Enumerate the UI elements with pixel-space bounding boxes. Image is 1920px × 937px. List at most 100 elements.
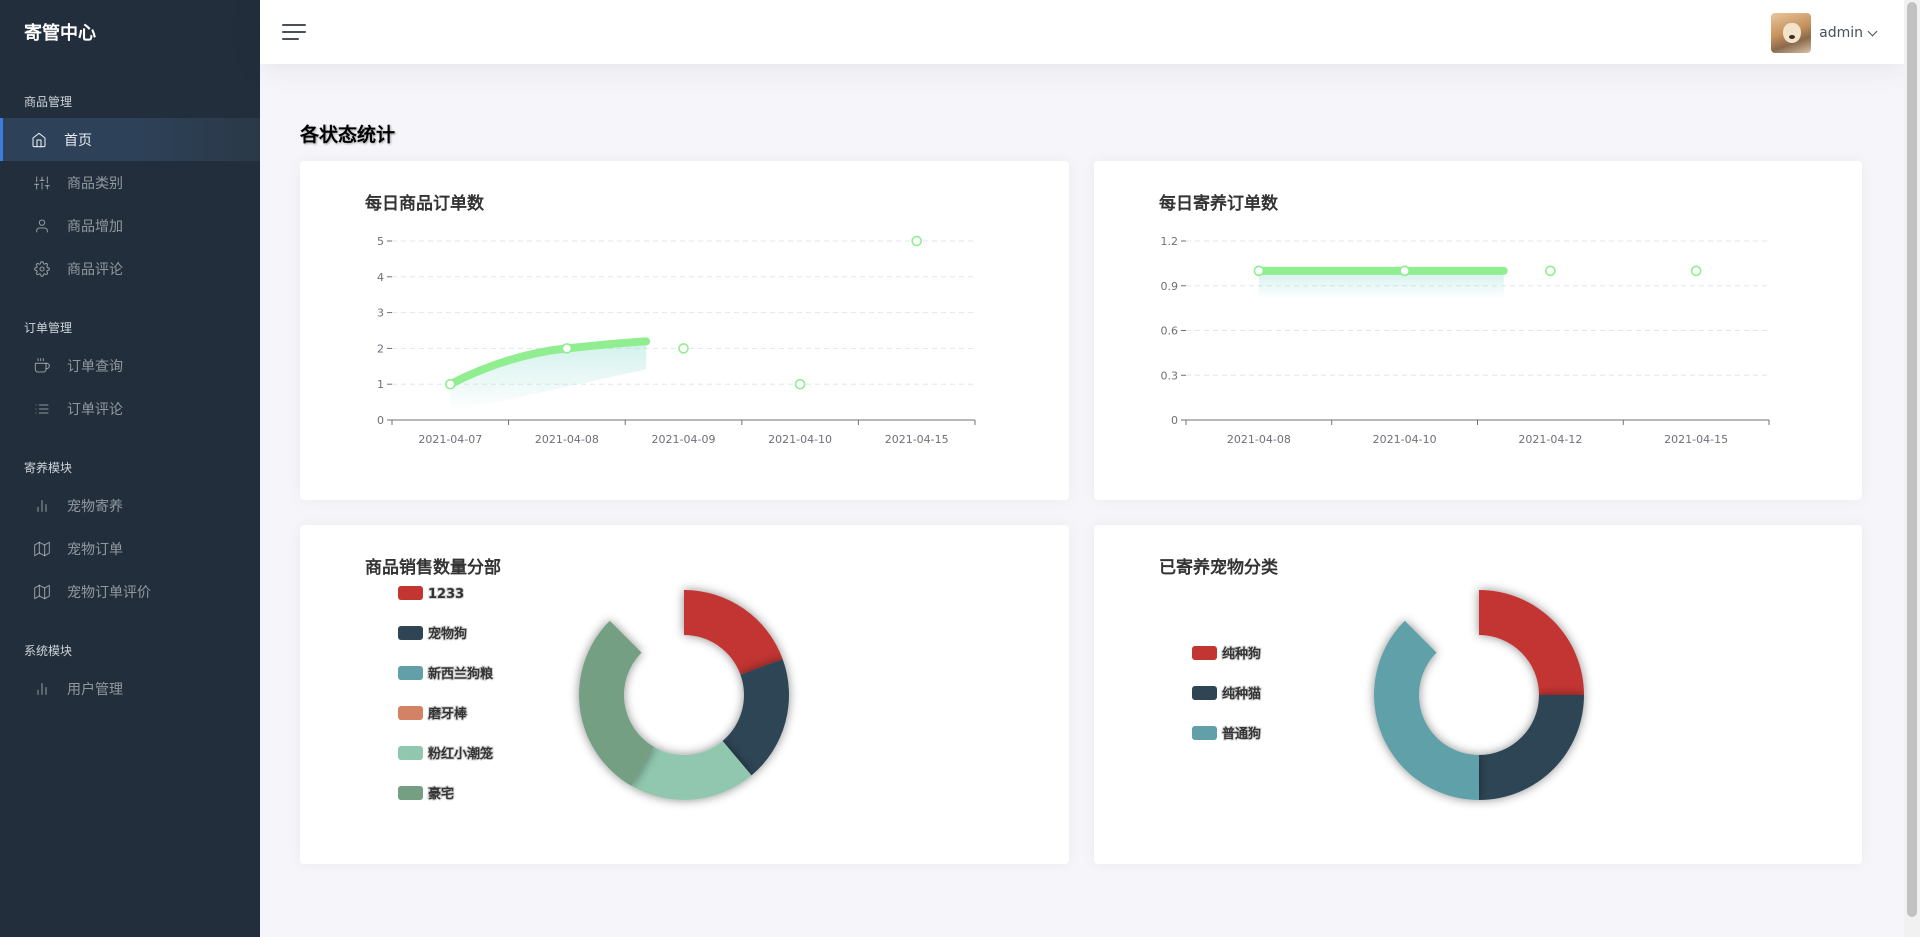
brand-title[interactable]: 寄管中心 <box>0 0 260 64</box>
legend-swatch <box>398 666 423 680</box>
legend-swatch <box>1192 686 1217 700</box>
user-icon <box>33 217 51 235</box>
sidebar-item-label: 订单评论 <box>67 401 123 418</box>
pie-slice <box>1374 620 1479 800</box>
y-tick-label: 0.9 <box>1161 280 1179 293</box>
y-tick-label: 1.2 <box>1161 235 1179 248</box>
pie-slice <box>1479 590 1584 695</box>
foster-orders-chart-card: 每日寄养订单数 0 0.3 0.6 0.9 1.2 2021-04-08 2021-04-1… <box>1094 161 1862 500</box>
page-scrollbar[interactable] <box>1904 0 1920 937</box>
x-tick-label: 2021-04-15 <box>1664 433 1728 446</box>
pie-slice <box>684 590 783 675</box>
x-tick-label: 2021-04-08 <box>1227 433 1291 446</box>
user-name[interactable]: admin <box>1819 25 1863 41</box>
data-point <box>794 378 806 390</box>
sliders-icon <box>33 174 51 192</box>
y-tick-label: 0 <box>1171 414 1178 427</box>
data-point <box>1690 265 1702 277</box>
topbar: admin <box>260 0 1904 64</box>
data-point <box>678 343 689 354</box>
legend-swatch <box>1192 646 1217 660</box>
y-tick-label: 4 <box>377 271 384 284</box>
sidebar-item[interactable]: 宠物寄养 <box>0 484 260 527</box>
sidebar-toggle-icon[interactable] <box>282 22 306 42</box>
legend-label: 普通狗 <box>1222 726 1261 742</box>
list-icon <box>33 400 51 418</box>
x-tick-label: 2021-04-10 <box>1373 433 1437 446</box>
x-tick-label: 2021-04-09 <box>652 433 716 446</box>
legend-label: 新西兰狗粮 <box>428 666 494 682</box>
sidebar-item[interactable]: 首页 <box>0 118 260 161</box>
foster-pet-category-pie-chart: 纯种狗纯种猫普通狗 <box>1192 590 1584 800</box>
sidebar-item[interactable]: 商品增加 <box>0 204 260 247</box>
foster-pet-category-chart-card: 已寄养宠物分类 纯种狗 纯种猫 普通狗 <box>1094 525 1862 864</box>
sidebar-item[interactable]: 宠物订单 <box>0 527 260 570</box>
coffee-icon <box>33 357 51 375</box>
product-sales-pie-chart: 1233 宠物狗新西兰狗粮磨牙棒粉红小潮笼豪宅 <box>398 586 789 803</box>
sidebar-item-label: 订单查询 <box>67 358 123 375</box>
sidebar-item[interactable]: 订单查询 <box>0 344 260 387</box>
product-orders-line-chart: 0 1 2 3 4 5 2021-04-07 2021-04-08 2021-04-09 2021… <box>377 235 976 446</box>
data-point <box>1545 265 1556 277</box>
legend-swatch <box>398 706 423 720</box>
scrollbar-thumb[interactable] <box>1907 2 1917 917</box>
sidebar-nav: 商品管理 首页 商品类别 商品增加 商品评论 订单管理 订单查询 订单评论 寄养模块 宠物寄养 宠物… <box>0 64 260 710</box>
y-tick-label: 3 <box>377 307 384 320</box>
sidebar-item[interactable]: 订单评论 <box>0 387 260 430</box>
gear-icon <box>33 260 51 278</box>
sidebar-item[interactable]: 用户管理 <box>0 667 260 710</box>
sidebar-item-label: 用户管理 <box>67 681 123 698</box>
bar-chart-icon <box>33 680 51 698</box>
series-area-shadow <box>1258 270 1504 299</box>
legend-swatch <box>398 586 423 600</box>
sidebar-item-label: 首页 <box>64 132 92 149</box>
chevron-down-icon[interactable] <box>1867 26 1878 36</box>
sidebar-section-header: 订单管理 <box>24 321 73 335</box>
home-icon <box>30 131 48 149</box>
foster-orders-line-chart: 0 0.3 0.6 0.9 1.2 2021-04-08 2021-04-10 2021-04… <box>1161 235 1770 446</box>
pie-slice <box>1479 695 1584 800</box>
sidebar-section-header: 寄养模块 <box>24 461 73 475</box>
y-tick-label: 0.3 <box>1161 369 1179 382</box>
y-tick-label: 1 <box>377 378 384 391</box>
sidebar-item-label: 商品增加 <box>67 218 123 235</box>
legend-swatch <box>398 746 423 760</box>
sidebar-item-label: 商品类别 <box>67 175 123 192</box>
legend-swatch <box>398 786 423 800</box>
legend-label: 豪宅 <box>428 786 454 802</box>
pie-slice <box>579 620 654 786</box>
x-tick-label: 2021-04-12 <box>1518 433 1582 446</box>
product-sales-chart-card: 商品销售数量分部 1233 宠物狗 新西兰狗粮 磨牙棒 粉红小潮笼 豪宅 <box>300 525 1069 864</box>
x-tick-label: 2021-04-08 <box>535 433 599 446</box>
product-orders-chart-card: 每日商品订单数 0 1 2 3 4 5 2021-04-07 2021-04-08 2021-0… <box>300 161 1069 500</box>
user-menu[interactable]: admin <box>1771 13 1878 53</box>
y-tick-label: 0 <box>377 414 384 427</box>
data-point <box>445 378 456 390</box>
data-point <box>1399 265 1410 277</box>
sidebar-item[interactable]: 宠物订单评价 <box>0 570 260 613</box>
legend-label: 1233 <box>428 587 464 602</box>
sidebar: 寄管中心 商品管理 首页 商品类别 商品增加 商品评论 订单管理 订单查询 订单评论 寄养模块宠… <box>0 0 260 937</box>
legend-label: 磨牙棒 <box>428 706 468 722</box>
y-tick-label: 2 <box>377 342 384 355</box>
sidebar-item-label: 宠物寄养 <box>67 498 123 515</box>
y-tick-label: 0.6 <box>1161 325 1179 338</box>
sidebar-item-label: 宠物订单 <box>67 541 123 558</box>
legend-label: 粉红小潮笼 <box>428 746 493 762</box>
legend-label: 纯种猫 <box>1222 686 1261 702</box>
sidebar-section-header: 系统模块 <box>24 644 73 658</box>
legend-swatch <box>398 626 423 640</box>
sidebar-item[interactable]: 商品类别 <box>0 161 260 204</box>
avatar[interactable] <box>1771 13 1812 53</box>
legend-label: 纯种狗 <box>1222 646 1261 662</box>
bar-chart-icon <box>33 497 51 515</box>
page-title: 各状态统计 <box>300 124 396 146</box>
y-tick-label: 5 <box>377 235 384 248</box>
sidebar-item[interactable]: 商品评论 <box>0 247 260 290</box>
sidebar-item-label: 宠物订单评价 <box>67 584 151 601</box>
data-point <box>911 235 923 247</box>
x-tick-label: 2021-04-07 <box>418 433 482 446</box>
x-tick-label: 2021-04-15 <box>885 433 949 446</box>
data-point <box>1253 265 1265 277</box>
legend-swatch <box>1192 726 1217 740</box>
